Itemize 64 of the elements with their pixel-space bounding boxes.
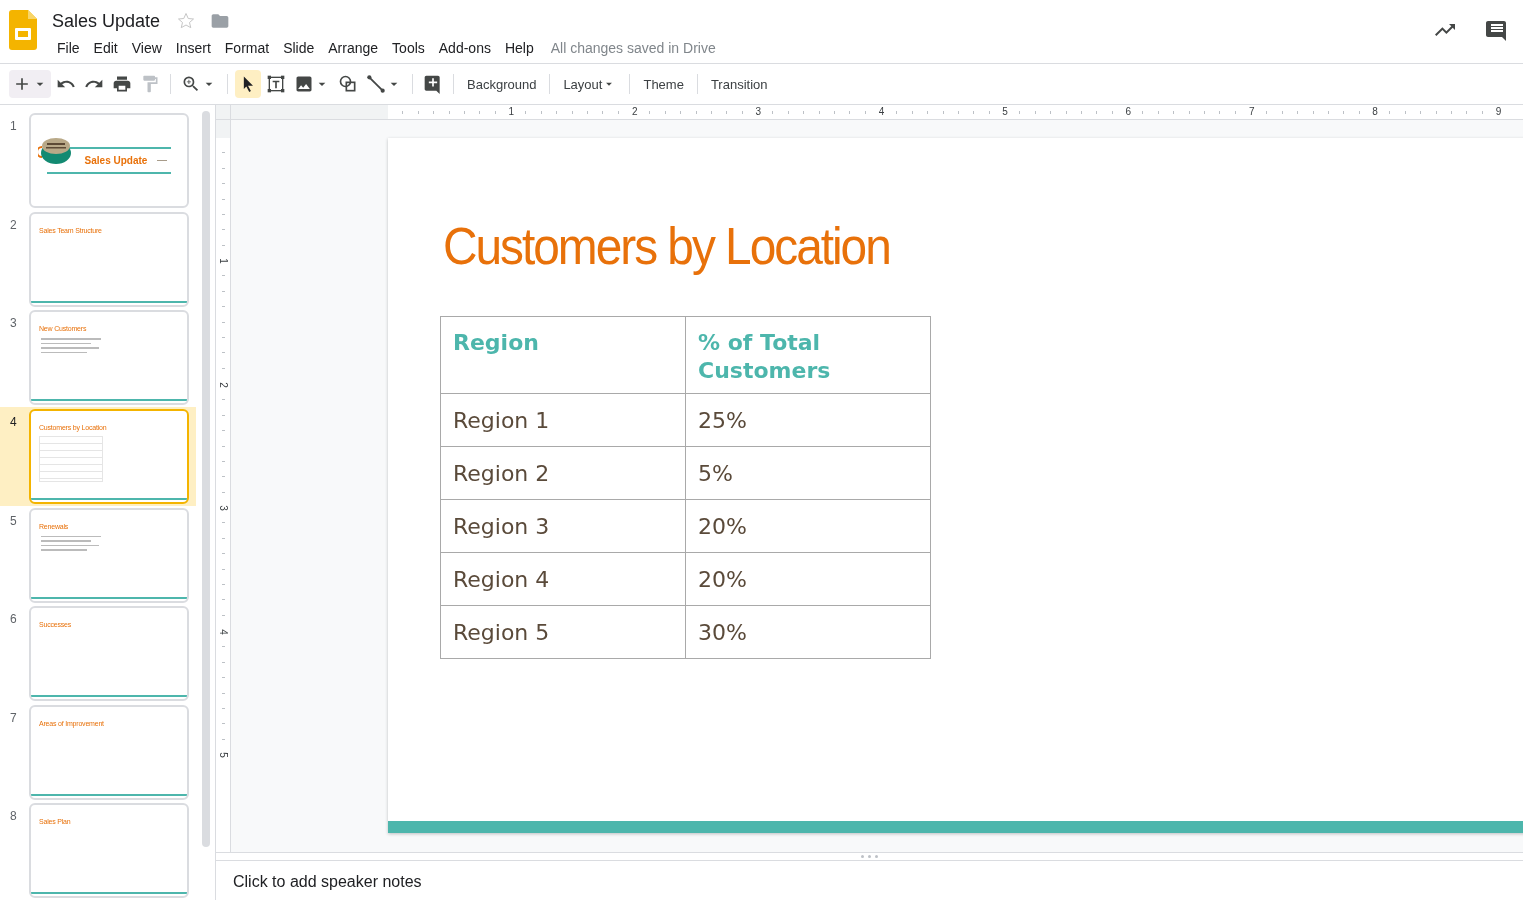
table-cell: 25% <box>685 393 931 447</box>
menu-item[interactable]: Tools <box>385 38 432 58</box>
paint-format-icon <box>140 74 160 94</box>
table-cell: 30% <box>685 605 931 659</box>
table-drawing <box>39 435 103 482</box>
menu-item[interactable]: Arrange <box>321 38 386 58</box>
table-cell: Region 3 <box>440 499 686 553</box>
toolbar-button[interactable]: Theme <box>637 70 690 98</box>
table-cell: 20% <box>685 499 931 553</box>
document-title[interactable]: Sales Update <box>50 10 163 32</box>
slide-number: 1 <box>10 118 18 135</box>
ruler-label: 1 <box>217 258 229 265</box>
table-cell: 20% <box>685 552 931 606</box>
menu-item[interactable]: Add-ons <box>431 38 498 58</box>
menu-item[interactable]: View <box>124 38 169 58</box>
star-icon[interactable] <box>176 11 197 31</box>
toolbar-button[interactable]: Layout <box>557 70 623 98</box>
slide-number: 5 <box>10 512 18 530</box>
add-comment-icon <box>423 74 443 94</box>
ruler-label: 3 <box>217 505 229 511</box>
table-cell: 5% <box>685 446 931 500</box>
menu-item[interactable]: Edit <box>86 38 125 58</box>
slide-number: 4 <box>10 413 18 431</box>
folder-icon[interactable] <box>210 11 231 31</box>
save-status: All changes saved in Drive <box>550 40 716 56</box>
slide-number: 7 <box>10 709 18 727</box>
menu-item[interactable]: Format <box>217 38 277 58</box>
resize-handle[interactable] <box>859 855 880 858</box>
ruler-label: 4 <box>217 628 229 635</box>
bullet-list-drawing <box>41 338 101 354</box>
slide-canvas[interactable]: Customers by Location Region % of Total Customers Region 1 25% Region 2 5% Region 3 20% Region 4 20% Region 5 30% <box>388 138 1523 833</box>
table-cell: Region 1 <box>440 393 686 447</box>
table-cell: Region 4 <box>440 552 686 606</box>
line-icon <box>366 74 386 94</box>
table-cell: Region 5 <box>440 605 686 659</box>
text-box-icon <box>266 74 286 94</box>
image-icon <box>294 74 314 94</box>
shapes-icon <box>338 74 358 94</box>
speaker-notes-placeholder[interactable]: Click to add speaker notes <box>233 873 422 890</box>
menu-item[interactable]: Slide <box>276 38 322 58</box>
menu-item[interactable]: Help <box>497 38 541 58</box>
menu-item[interactable]: Insert <box>168 38 218 58</box>
bullet-list-drawing <box>41 535 101 551</box>
slide-number: 3 <box>10 315 18 333</box>
zoom-icon <box>181 74 201 94</box>
toolbar-button[interactable]: Background <box>461 70 543 98</box>
column-header: Region <box>440 316 686 394</box>
scrollbar[interactable] <box>202 111 210 847</box>
pointer-tool[interactable] <box>235 70 261 98</box>
column-header: % of Total Customers <box>685 316 931 394</box>
toolbar-button[interactable]: Transition <box>704 70 774 98</box>
menu-item[interactable]: File <box>50 38 87 58</box>
print-icon <box>112 74 132 94</box>
data-table[interactable]: Region % of Total Customers Region 1 25% Region 2 5% Region 3 20% Region 4 20% Region 5 30% <box>440 316 931 659</box>
slide-number: 6 <box>10 611 18 629</box>
thumbnail-title: Sales Update <box>84 155 148 166</box>
table-cell: Region 2 <box>440 446 686 500</box>
slide-number: 8 <box>10 808 18 826</box>
ruler-label: 5 <box>217 752 229 758</box>
coffee-cup-logo <box>38 137 72 165</box>
comment-icon[interactable] <box>1485 18 1509 42</box>
slide-number: 2 <box>10 216 18 234</box>
ruler-label: 2 <box>217 382 229 388</box>
new-slide-button[interactable] <box>9 70 51 98</box>
